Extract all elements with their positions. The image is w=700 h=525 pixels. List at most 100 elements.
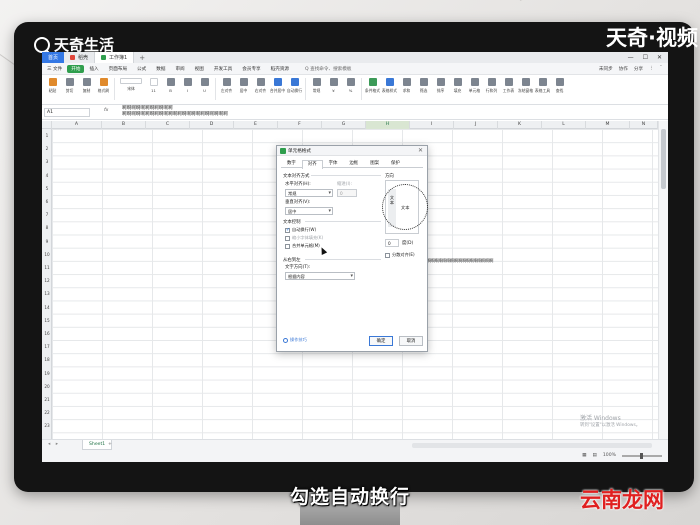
menu-docer-resources[interactable]: 稻壳资源 [266, 66, 294, 72]
row-header[interactable]: 19 [42, 371, 52, 376]
column-header[interactable]: D [190, 121, 234, 129]
copy-button[interactable]: 复制 [78, 78, 95, 102]
tips-link[interactable]: 操作技巧 [283, 337, 307, 343]
worksheet-button[interactable]: 工作表 [500, 78, 517, 102]
percent-button[interactable]: % [342, 78, 359, 102]
paste-button[interactable]: 粘贴 [44, 78, 61, 102]
shrink-to-fit-checkbox[interactable]: 缩小字体填充(K) [285, 235, 323, 241]
tab-workbook1[interactable]: 工作簿1 [95, 52, 135, 63]
tab-number[interactable]: 数字 [281, 159, 302, 168]
column-header[interactable]: J [454, 121, 498, 129]
sheet-nav-arrows[interactable]: ◂ ▸ [48, 442, 60, 447]
degrees-spinner[interactable]: 0 [385, 239, 399, 247]
menu-start[interactable]: 开始 [67, 64, 85, 73]
column-header[interactable]: I [410, 121, 454, 129]
row-header[interactable]: 22 [42, 410, 52, 415]
column-header-selected[interactable]: H [366, 121, 410, 129]
row-header[interactable]: 3 [42, 159, 52, 164]
row-header[interactable]: 13 [42, 291, 52, 296]
bold-button[interactable]: B [162, 78, 179, 102]
row-header[interactable]: 7 [42, 212, 52, 217]
text-direction-select[interactable]: 根据内容 [285, 272, 355, 280]
zoom-level[interactable]: 100% [603, 453, 616, 458]
page-layout-view-icon[interactable]: ▤ [593, 453, 597, 458]
menu-developer[interactable]: 开发工具 [209, 66, 237, 72]
row-header[interactable]: 9 [42, 239, 52, 244]
currency-button[interactable]: ¥ [325, 78, 342, 102]
find-button[interactable]: 查找 [551, 78, 568, 102]
tab-font[interactable]: 字体 [323, 159, 344, 168]
align-left-button[interactable]: 左对齐 [218, 78, 235, 102]
column-header[interactable]: K [498, 121, 542, 129]
conditional-format-button[interactable]: 条件格式 [364, 78, 381, 102]
row-header[interactable]: 8 [42, 225, 52, 230]
minimize-button[interactable]: — [628, 54, 634, 61]
row-header[interactable]: 12 [42, 278, 52, 283]
menu-view[interactable]: 视图 [190, 66, 209, 72]
freeze-panes-button[interactable]: 冻结窗格 [517, 78, 534, 102]
indent-spinner[interactable]: 0 [337, 189, 357, 197]
table-style-button[interactable]: 表格样式 [381, 78, 398, 102]
menu-file[interactable]: 三 文件 [42, 66, 67, 72]
number-format-select[interactable]: 常规 [308, 78, 325, 102]
zoom-slider[interactable] [622, 452, 662, 459]
menu-data[interactable]: 数据 [151, 66, 170, 72]
tab-home[interactable]: 首页 [42, 52, 64, 63]
sync-status[interactable]: 未同步 [599, 66, 613, 72]
column-header[interactable]: G [322, 121, 366, 129]
formula-input[interactable]: 啊啊啊啊啊啊啊啊啊啊啊 啊啊啊啊啊啊啊啊啊啊啊啊啊啊啊啊啊啊啊啊啊啊啊 [122, 106, 228, 118]
row-header[interactable]: 14 [42, 305, 52, 310]
format-painter-button[interactable]: 格式刷 [95, 78, 112, 102]
italic-button[interactable]: I [179, 78, 196, 102]
fill-button[interactable]: 填充 [449, 78, 466, 102]
tab-alignment[interactable]: 对齐 [301, 160, 323, 169]
row-header[interactable]: 23 [42, 423, 52, 428]
row-header[interactable]: 21 [42, 397, 52, 402]
menu-formula[interactable]: 公式 [132, 66, 151, 72]
menu-insert[interactable]: 插入 [84, 66, 103, 72]
vertical-align-select[interactable]: 居中 [285, 207, 333, 215]
column-header[interactable]: E [234, 121, 278, 129]
column-header[interactable]: L [542, 121, 586, 129]
command-search[interactable]: Q 查找命令、搜索模板 [300, 66, 356, 72]
more-button[interactable]: ⋮ [649, 66, 654, 72]
underline-button[interactable]: U [196, 78, 213, 102]
vertical-scrollbar[interactable] [658, 121, 668, 439]
filter-button[interactable]: 筛选 [415, 78, 432, 102]
distributed-checkbox[interactable]: 分散对齐(E) [385, 252, 415, 258]
column-header[interactable]: A [52, 121, 102, 129]
row-header[interactable]: 16 [42, 331, 52, 336]
align-center-button[interactable]: 居中 [235, 78, 252, 102]
tab-pattern[interactable]: 图案 [364, 159, 385, 168]
merge-cells-checkbox[interactable]: 合并单元格(M) [285, 243, 320, 249]
row-header[interactable]: 1 [42, 133, 52, 138]
row-header[interactable]: 15 [42, 318, 52, 323]
collapse-ribbon-button[interactable]: ˆ [660, 66, 662, 72]
cancel-button[interactable]: 取消 [399, 336, 423, 346]
row-header[interactable]: 17 [42, 344, 52, 349]
cells-button[interactable]: 单元格 [466, 78, 483, 102]
close-window-button[interactable]: ✕ [657, 54, 662, 61]
menu-page-layout[interactable]: 页面布局 [104, 66, 132, 72]
menu-member[interactable]: 会员专享 [237, 66, 265, 72]
horizontal-align-select[interactable]: 常规 [285, 189, 333, 197]
row-header[interactable]: 2 [42, 146, 52, 151]
column-header[interactable]: M [586, 121, 630, 129]
share-button[interactable]: 分享 [634, 66, 643, 72]
row-header[interactable]: 6 [42, 199, 52, 204]
tab-protection[interactable]: 保护 [385, 159, 406, 168]
column-header[interactable]: B [102, 121, 146, 129]
fx-icon[interactable]: fx [104, 108, 108, 113]
row-header[interactable]: 20 [42, 384, 52, 389]
merge-center-button[interactable]: 合并居中 [269, 78, 286, 102]
row-header[interactable]: 11 [42, 265, 52, 270]
column-header[interactable]: F [278, 121, 322, 129]
wrap-text-checkbox[interactable]: 自动换行(W) [285, 227, 316, 233]
dialog-close-icon[interactable]: ✕ [418, 147, 423, 154]
wrap-text-button[interactable]: 自动换行 [286, 78, 303, 102]
ok-button[interactable]: 确定 [369, 336, 393, 346]
row-header[interactable]: 18 [42, 357, 52, 362]
font-size-select[interactable]: 11 [145, 78, 162, 102]
normal-view-icon[interactable]: ▦ [582, 453, 586, 458]
menu-review[interactable]: 审阅 [170, 66, 189, 72]
